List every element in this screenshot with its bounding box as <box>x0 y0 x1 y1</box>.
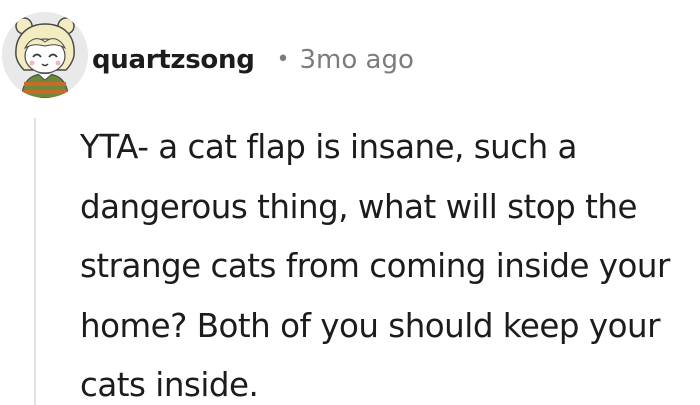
user-avatar[interactable] <box>2 12 88 98</box>
comment-body: YTA- a cat flap is insane, such a danger… <box>80 128 670 404</box>
timestamp[interactable]: 3mo ago <box>300 45 414 75</box>
username-link[interactable]: quartzsong <box>92 45 255 75</box>
thread-line[interactable] <box>34 118 36 405</box>
comment-meta: quartzsong • 3mo ago <box>92 40 414 80</box>
comment: quartzsong • 3mo ago YTA- a cat flap is … <box>0 0 700 405</box>
cartoon-avatar-icon <box>2 12 88 98</box>
separator-dot: • <box>276 47 290 72</box>
